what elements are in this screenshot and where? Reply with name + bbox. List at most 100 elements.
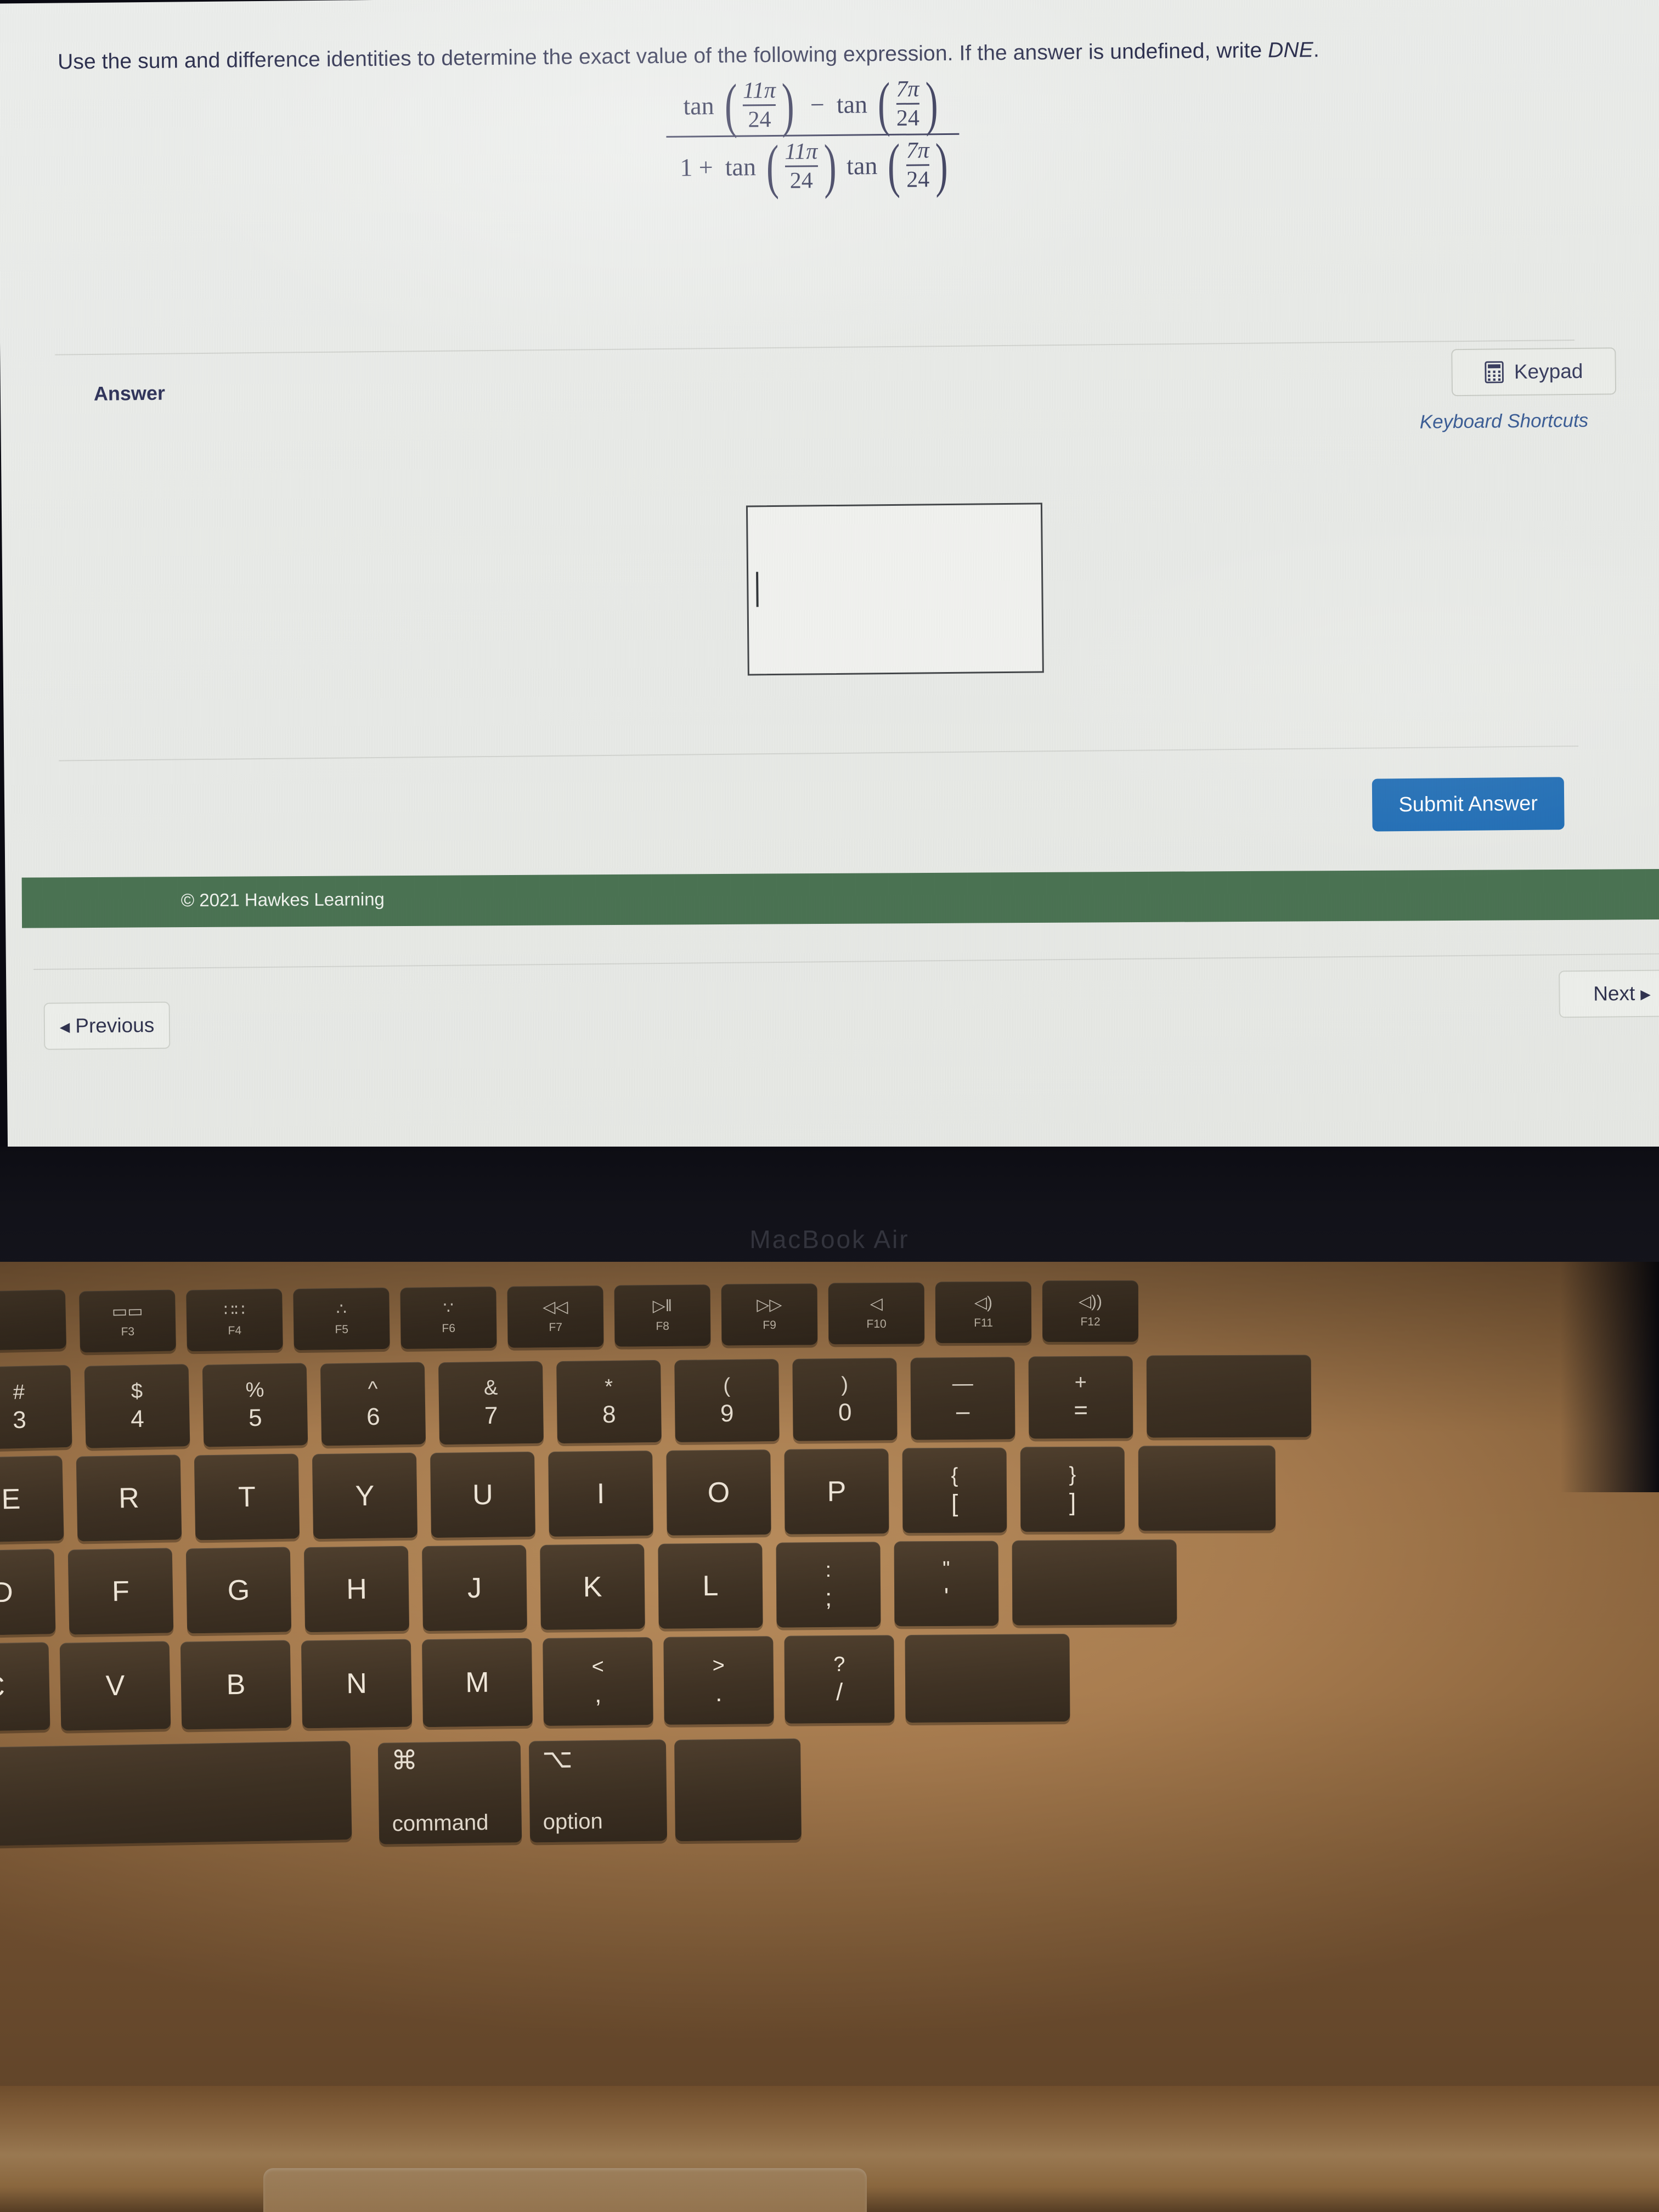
key-quote[interactable]: " ' [894, 1541, 999, 1627]
key-v[interactable]: V [59, 1641, 171, 1731]
main-fraction: tan ( 11π 24 ) − tan (7π 24) 1 + tan (… [666, 70, 960, 200]
answer-label: Answer [93, 381, 166, 405]
key-h-label: H [346, 1573, 368, 1605]
key-f2[interactable] [0, 1289, 67, 1351]
key-f11[interactable]: ◁) F11 [935, 1281, 1032, 1344]
keyboard-right-shadow [1560, 1262, 1659, 1492]
physical-keyboard: ▭▭ F3 ∷∷ F4 ∴ F5 ∵ F6 ◁◁ F7 ▷‖ F8 ▷▷ F9 [0, 1262, 1659, 2212]
right-paren-icon: ) [925, 70, 938, 137]
key-quote-upper: " [942, 1557, 950, 1581]
key-i[interactable]: I [548, 1451, 653, 1537]
key-7[interactable]: & 7 [438, 1361, 544, 1445]
key-y-label: Y [355, 1480, 375, 1512]
key-3[interactable]: # 3 [0, 1364, 72, 1450]
key-6[interactable]: ^ 6 [320, 1362, 426, 1446]
key-y[interactable]: Y [312, 1452, 418, 1539]
key-j[interactable]: J [422, 1544, 527, 1632]
key-k[interactable]: K [540, 1544, 645, 1630]
key-command-left[interactable]: ⌘ command [377, 1741, 522, 1844]
key-f[interactable]: F [67, 1548, 174, 1635]
key-space[interactable] [0, 1741, 352, 1847]
key-f7[interactable]: ◁◁ F7 [507, 1285, 604, 1348]
key-g[interactable]: G [185, 1547, 292, 1634]
calculator-icon [1485, 361, 1504, 383]
key-f6[interactable]: ∵ F6 [400, 1286, 497, 1350]
key-return[interactable] [1012, 1539, 1177, 1626]
macbook-air-label: MacBook Air [749, 1225, 910, 1254]
key-f8[interactable]: ▷‖ F8 [614, 1284, 711, 1347]
key-t[interactable]: T [194, 1453, 300, 1541]
key-period[interactable]: > . [663, 1636, 774, 1725]
keypad-button[interactable]: Keypad [1451, 347, 1617, 397]
key-d[interactable]: D [0, 1549, 56, 1636]
key-m[interactable]: M [422, 1638, 533, 1728]
chevron-left-icon: ◂ [59, 1014, 70, 1038]
submit-answer-button[interactable]: Submit Answer [1372, 777, 1565, 832]
answer-input[interactable] [746, 503, 1044, 676]
key-f3[interactable]: ▭▭ F3 [79, 1289, 176, 1353]
mute-icon: ◁ [870, 1294, 883, 1313]
paren-group-3: ( 11π 24 ) [762, 132, 840, 200]
key-u[interactable]: U [430, 1451, 535, 1538]
key-o[interactable]: O [666, 1449, 771, 1536]
paren-group-1: ( 11π 24 ) [720, 71, 798, 139]
key-comma[interactable]: < , [543, 1637, 653, 1726]
key-e[interactable]: E [0, 1455, 64, 1543]
right-paren-icon: ) [935, 131, 949, 199]
key-o-label: O [707, 1476, 730, 1509]
key-0[interactable]: ) 0 [792, 1358, 898, 1441]
key-bracket-right[interactable]: } ] [1020, 1446, 1125, 1532]
key-backslash[interactable] [1138, 1445, 1276, 1531]
angle-2-numerator: 7π [896, 76, 919, 102]
trackpad[interactable] [263, 2168, 867, 2212]
key-p[interactable]: P [784, 1448, 889, 1534]
key-delete[interactable] [1146, 1355, 1312, 1438]
key-semicolon[interactable]: : ; [776, 1542, 881, 1628]
key-arrow-cluster[interactable] [674, 1738, 802, 1842]
key-6-lower: 6 [366, 1403, 380, 1431]
key-c[interactable]: C [0, 1642, 50, 1732]
key-i-label: I [596, 1477, 605, 1510]
key-p-label: P [827, 1475, 847, 1508]
key-f4[interactable]: ∷∷ F4 [186, 1288, 283, 1352]
key-minus[interactable]: — – [910, 1357, 1015, 1440]
key-b[interactable]: B [180, 1640, 292, 1730]
tan-function-2: tan [836, 90, 868, 119]
key-7-lower: 7 [484, 1402, 498, 1430]
key-l[interactable]: L [658, 1543, 763, 1629]
key-equals[interactable]: + = [1028, 1356, 1133, 1439]
key-r[interactable]: R [76, 1454, 182, 1542]
key-bracket-left[interactable]: { [ [902, 1447, 1007, 1533]
left-paren-icon: ( [887, 131, 901, 199]
key-6-upper: ^ [368, 1377, 378, 1401]
key-5-upper: % [245, 1378, 264, 1402]
angle-fraction-3: 11π 24 [782, 139, 820, 194]
browser-page: Use the sum and difference identities to… [0, 0, 1659, 1163]
key-f9[interactable]: ▷▷ F9 [721, 1283, 818, 1346]
question-prompt: Use the sum and difference identities to… [58, 36, 1577, 75]
key-bracket-right-upper: } [1069, 1463, 1076, 1486]
minus-operator: − [810, 91, 825, 119]
key-option-left[interactable]: ⌥ option [528, 1739, 668, 1843]
key-slash-lower: / [836, 1678, 843, 1706]
question-card: Use the sum and difference identities to… [24, 0, 1617, 832]
previous-button[interactable]: ◂ Previous [43, 1001, 171, 1050]
key-equals-lower: = [1074, 1396, 1088, 1424]
keyboard-shortcuts-link[interactable]: Keyboard Shortcuts [1389, 409, 1619, 433]
angle-4-denominator: 24 [906, 167, 930, 193]
launchpad-icon: ∷∷ [223, 1301, 245, 1320]
key-9[interactable]: ( 9 [674, 1359, 780, 1442]
key-4[interactable]: $ 4 [84, 1364, 190, 1448]
key-8[interactable]: * 8 [556, 1359, 662, 1444]
next-button[interactable]: Next ▸ [1559, 969, 1659, 1018]
key-f12[interactable]: ◁)) F12 [1042, 1280, 1139, 1342]
key-slash[interactable]: ? / [784, 1635, 895, 1724]
key-f5[interactable]: ∴ F5 [293, 1287, 390, 1351]
key-5[interactable]: % 5 [202, 1363, 308, 1447]
laptop-screen: Use the sum and difference identities to… [0, 0, 1659, 1163]
key-shift-right[interactable] [905, 1633, 1070, 1723]
key-f10[interactable]: ◁ F10 [828, 1282, 925, 1345]
key-n[interactable]: N [301, 1639, 413, 1729]
key-h[interactable]: H [303, 1545, 410, 1633]
angle-3-bar [785, 165, 818, 168]
